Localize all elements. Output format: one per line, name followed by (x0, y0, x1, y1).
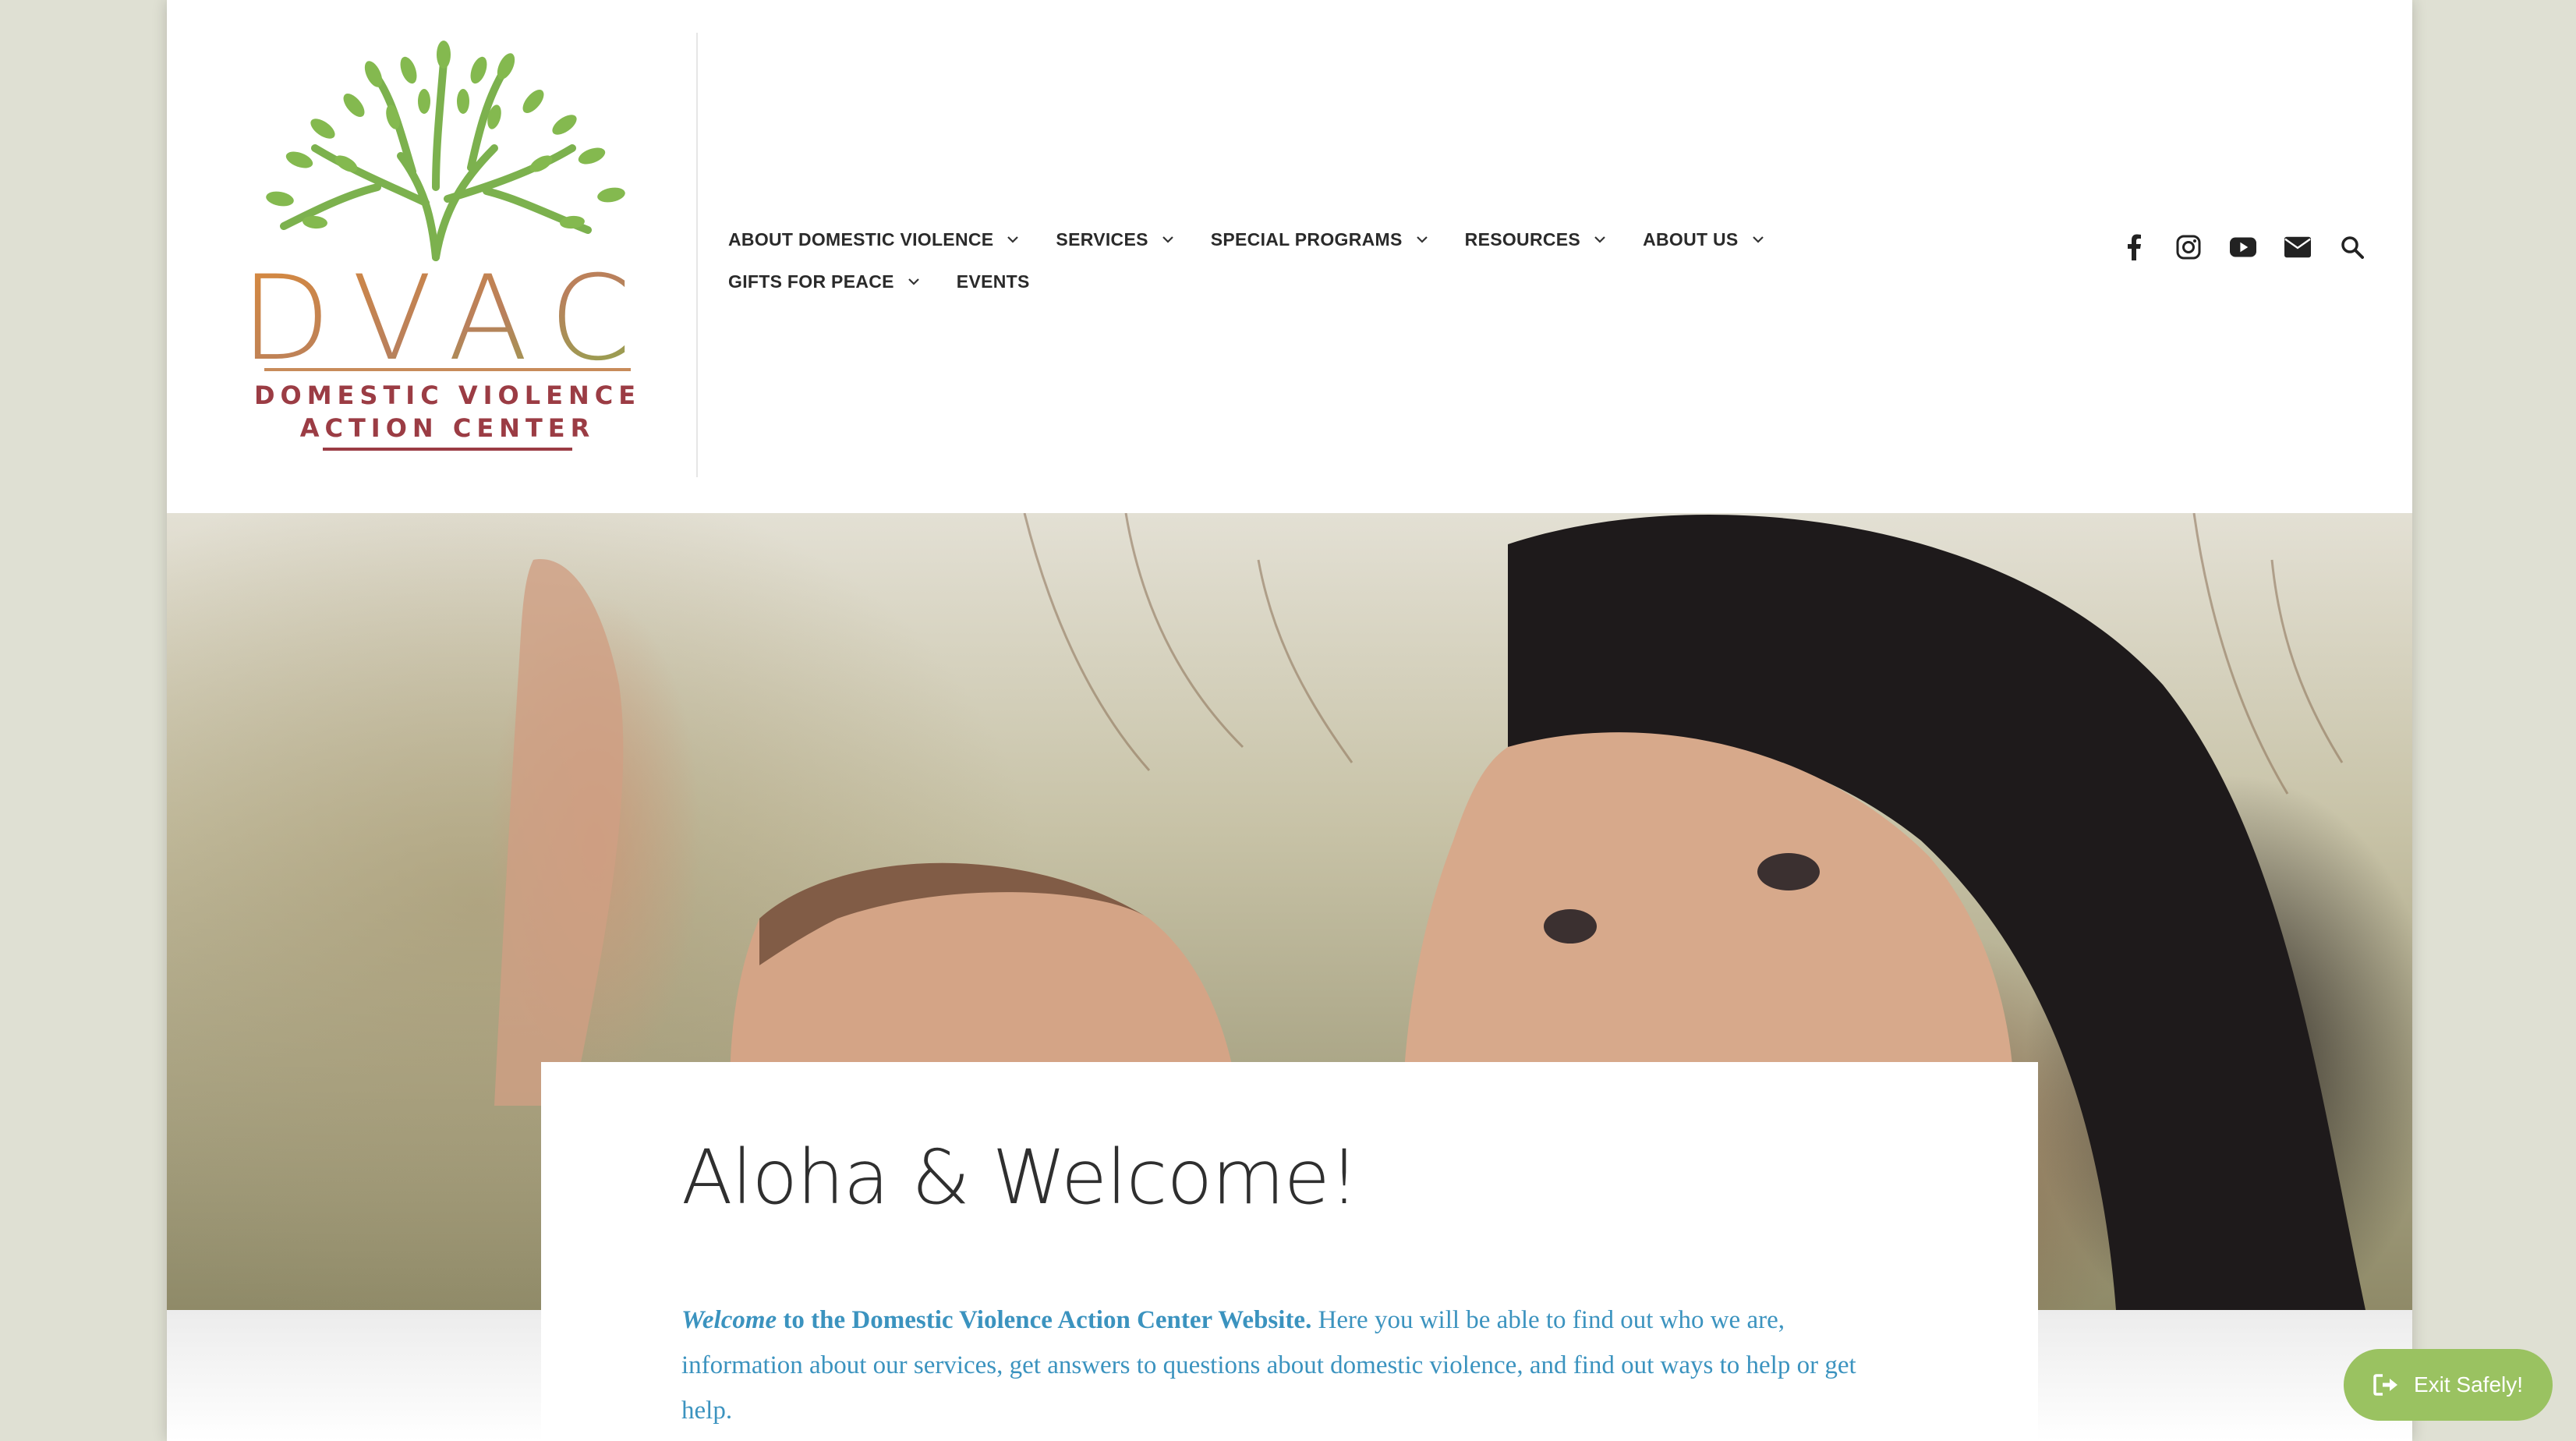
welcome-strong: to the Domestic Violence Action Center W… (777, 1306, 1312, 1334)
nav-row-1: ABOUT DOMESTIC VIOLENCE SERVICES SPECIAL… (728, 218, 1898, 260)
exit-safely-button[interactable]: Exit Safely! (2344, 1349, 2553, 1421)
chevron-down-icon (908, 278, 919, 285)
nav-item-special-programs[interactable]: SPECIAL PROGRAMS (1211, 229, 1429, 250)
nav-item-gifts-for-peace[interactable]: GIFTS FOR PEACE (728, 271, 921, 292)
site-header: DVAC DOMESTIC VIOLENCE ACTION CENTER ABO… (167, 0, 2412, 513)
chevron-down-icon (1007, 236, 1019, 243)
nav-label: EVENTS (956, 271, 1030, 292)
welcome-card: Aloha & Welcome! Welcome to the Domestic… (541, 1062, 2038, 1441)
nav-item-resources[interactable]: RESOURCES (1465, 229, 1607, 250)
youtube-icon[interactable] (2230, 234, 2256, 260)
nav-label: RESOURCES (1464, 228, 1581, 250)
dvac-logo[interactable]: DVAC DOMESTIC VIOLENCE ACTION CENTER (221, 31, 674, 452)
nav-label: SERVICES (1056, 228, 1148, 250)
nav-label: ABOUT DOMESTIC VIOLENCE (728, 228, 994, 250)
welcome-paragraph: Welcome to the Domestic Violence Action … (681, 1298, 1898, 1433)
header-divider (696, 33, 698, 477)
logo-line2: ACTION CENTER (300, 413, 596, 443)
chevron-down-icon (1752, 236, 1764, 243)
chevron-down-icon (1162, 236, 1173, 243)
page: DVAC DOMESTIC VIOLENCE ACTION CENTER ABO… (167, 0, 2412, 1441)
sign-out-icon (2373, 1374, 2397, 1396)
facebook-icon[interactable] (2121, 234, 2147, 260)
social-links (2121, 234, 2365, 260)
chevron-down-icon (1594, 236, 1605, 243)
envelope-icon[interactable] (2284, 234, 2311, 260)
chevron-down-icon (1416, 236, 1428, 243)
exit-safely-label: Exit Safely! (2413, 1372, 2524, 1397)
main-navigation: ABOUT DOMESTIC VIOLENCE SERVICES SPECIAL… (728, 218, 1898, 303)
instagram-icon[interactable] (2175, 234, 2202, 260)
nav-label: ABOUT US (1643, 228, 1739, 250)
nav-item-services[interactable]: SERVICES (1056, 229, 1174, 250)
search-icon[interactable] (2339, 234, 2365, 260)
nav-label: SPECIAL PROGRAMS (1210, 228, 1403, 250)
nav-row-2: GIFTS FOR PEACE EVENTS (728, 260, 1898, 303)
logo-letters: DVAC (241, 251, 655, 387)
nav-item-about-domestic-violence[interactable]: ABOUT DOMESTIC VIOLENCE (728, 229, 1020, 250)
logo-line1: DOMESTIC VIOLENCE (254, 381, 641, 410)
nav-item-events[interactable]: EVENTS (957, 271, 1030, 292)
page-title: Aloha & Welcome! (681, 1134, 1359, 1221)
nav-label: GIFTS FOR PEACE (728, 271, 894, 292)
welcome-em: Welcome (681, 1306, 777, 1334)
nav-item-about-us[interactable]: ABOUT US (1643, 229, 1765, 250)
